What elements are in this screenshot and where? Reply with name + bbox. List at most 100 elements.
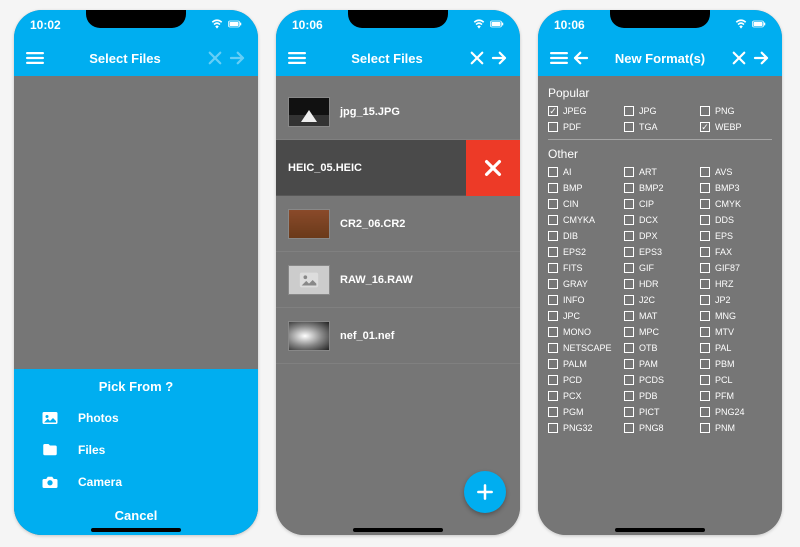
format-option[interactable]: PCL	[700, 375, 772, 385]
format-option[interactable]: PNG24	[700, 407, 772, 417]
format-option[interactable]: PGM	[548, 407, 620, 417]
format-option[interactable]: CMYKA	[548, 215, 620, 225]
format-option[interactable]: BMP	[548, 183, 620, 193]
format-option[interactable]: TGA	[624, 122, 696, 132]
format-option[interactable]: CIN	[548, 199, 620, 209]
format-option[interactable]: PDB	[624, 391, 696, 401]
file-row[interactable]: CR2_06.CR2	[276, 196, 520, 252]
format-option[interactable]: DPX	[624, 231, 696, 241]
format-option[interactable]: BMP2	[624, 183, 696, 193]
format-option[interactable]: NETSCAPE	[548, 343, 620, 353]
format-label: JPG	[639, 106, 657, 116]
back-arrow-button[interactable]	[570, 49, 592, 67]
checkbox-icon	[548, 423, 558, 433]
format-option[interactable]: OTB	[624, 343, 696, 353]
format-option[interactable]: MPC	[624, 327, 696, 337]
format-option[interactable]: PCDS	[624, 375, 696, 385]
next-arrow-button[interactable]	[750, 49, 772, 67]
format-option[interactable]: MNG	[700, 311, 772, 321]
close-button[interactable]	[728, 49, 750, 67]
phone-screen-3: 10:06 New Format(s) Popular JPEGJPGPNG	[538, 10, 782, 535]
format-option[interactable]: DDS	[700, 215, 772, 225]
format-option[interactable]: DIB	[548, 231, 620, 241]
checkbox-icon	[624, 423, 634, 433]
format-option[interactable]: GRAY	[548, 279, 620, 289]
menu-button[interactable]	[286, 49, 308, 67]
format-option[interactable]: EPS2	[548, 247, 620, 257]
format-option[interactable]: PNM	[700, 423, 772, 433]
file-row[interactable]: jpg_15.JPG	[276, 84, 520, 140]
checkbox-icon	[624, 263, 634, 273]
next-arrow-button[interactable]	[488, 49, 510, 67]
format-label: EPS	[715, 231, 733, 241]
format-option[interactable]: PBM	[700, 359, 772, 369]
format-option[interactable]: WEBP	[700, 122, 772, 132]
format-option[interactable]: PFM	[700, 391, 772, 401]
format-option[interactable]: FAX	[700, 247, 772, 257]
checkbox-icon	[548, 375, 558, 385]
format-option[interactable]: PALM	[548, 359, 620, 369]
format-option[interactable]: CIP	[624, 199, 696, 209]
format-option[interactable]: BMP3	[700, 183, 772, 193]
format-option[interactable]: MAT	[624, 311, 696, 321]
format-option[interactable]: PCD	[548, 375, 620, 385]
format-option[interactable]: PNG32	[548, 423, 620, 433]
option-photos[interactable]: Photos	[28, 402, 244, 434]
format-option[interactable]: PICT	[624, 407, 696, 417]
format-option[interactable]: AVS	[700, 167, 772, 177]
file-row-swiped[interactable]: HEIC_05.HEIC	[276, 140, 520, 196]
file-row[interactable]: RAW_16.RAW	[276, 252, 520, 308]
format-option[interactable]: DCX	[624, 215, 696, 225]
option-files[interactable]: Files	[28, 434, 244, 466]
format-option[interactable]: PAL	[700, 343, 772, 353]
format-option[interactable]: PNG8	[624, 423, 696, 433]
format-label: ART	[639, 167, 657, 177]
format-option[interactable]: MTV	[700, 327, 772, 337]
file-thumbnail	[288, 265, 330, 295]
format-option[interactable]: GIF87	[700, 263, 772, 273]
format-option[interactable]: HRZ	[700, 279, 772, 289]
format-label: PALM	[563, 359, 587, 369]
add-file-fab[interactable]	[464, 471, 506, 513]
format-option[interactable]: JP2	[700, 295, 772, 305]
format-option[interactable]: EPS	[700, 231, 772, 241]
format-option[interactable]: PDF	[548, 122, 620, 132]
popular-grid: JPEG JPG PNG PDF TGA WEBP	[548, 106, 772, 132]
file-row[interactable]: nef_01.nef	[276, 308, 520, 364]
menu-button[interactable]	[24, 49, 46, 67]
format-option[interactable]: PCX	[548, 391, 620, 401]
format-option[interactable]: J2C	[624, 295, 696, 305]
page-title: Select Files	[308, 51, 466, 66]
format-option[interactable]: PAM	[624, 359, 696, 369]
close-button[interactable]	[204, 49, 226, 67]
option-camera[interactable]: Camera	[28, 466, 244, 498]
format-option[interactable]: JPC	[548, 311, 620, 321]
format-option[interactable]: GIF	[624, 263, 696, 273]
format-option[interactable]: HDR	[624, 279, 696, 289]
format-option[interactable]: MONO	[548, 327, 620, 337]
camera-icon	[40, 473, 60, 491]
delete-button[interactable]	[466, 140, 520, 196]
format-label: BMP	[563, 183, 583, 193]
menu-button[interactable]	[548, 49, 570, 67]
checkbox-icon	[700, 295, 710, 305]
checkbox-icon	[624, 215, 634, 225]
format-option[interactable]: FITS	[548, 263, 620, 273]
close-button[interactable]	[466, 49, 488, 67]
file-row[interactable]: HEIC_05.HEIC	[276, 140, 466, 196]
format-option[interactable]: CMYK	[700, 199, 772, 209]
format-label: DPX	[639, 231, 658, 241]
format-option[interactable]: ART	[624, 167, 696, 177]
format-option[interactable]: INFO	[548, 295, 620, 305]
clock: 10:06	[554, 18, 585, 32]
format-option[interactable]: AI	[548, 167, 620, 177]
next-arrow-button[interactable]	[226, 49, 248, 67]
file-list: jpg_15.JPGHEIC_05.HEICCR2_06.CR2RAW_16.R…	[276, 76, 520, 372]
format-option[interactable]: PNG	[700, 106, 772, 116]
formats-area[interactable]: Popular JPEGJPGPNGPDFTGAWEBP Other AIART…	[538, 76, 782, 535]
status-bar: 10:02	[14, 10, 258, 40]
format-option[interactable]: JPEG	[548, 106, 620, 116]
format-option[interactable]: EPS3	[624, 247, 696, 257]
format-option[interactable]: JPG	[624, 106, 696, 116]
cancel-button[interactable]: Cancel	[28, 504, 244, 527]
